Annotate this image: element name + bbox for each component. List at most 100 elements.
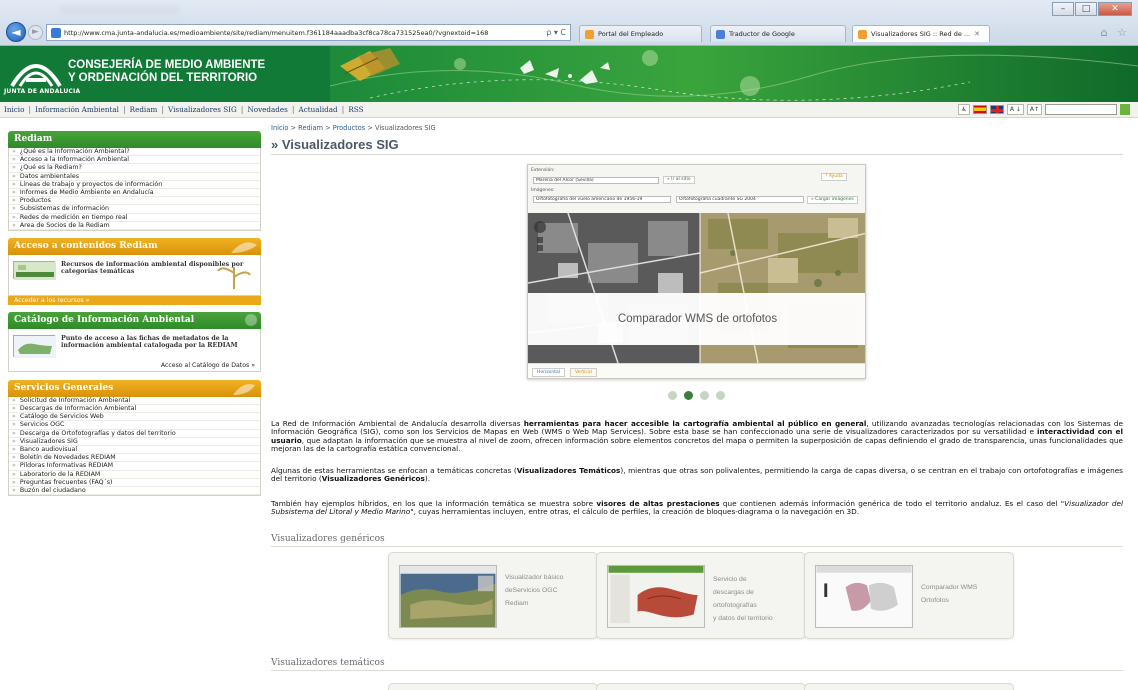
site-search-input[interactable]	[1045, 104, 1117, 115]
close-window-button[interactable]: ✕	[1098, 2, 1132, 16]
servicios-item-label: Catálogo de Servicios Web	[19, 413, 104, 421]
carousel-slide[interactable]: Extensión: Marena del Alcor (Sevilla) » …	[527, 164, 866, 379]
rediam-item[interactable]: » Acceso a la Información Ambiental	[9, 156, 260, 165]
sidebar: Rediam » ¿Qué es la Información Ambiental…	[8, 131, 261, 497]
bullet-icon: »	[12, 437, 16, 445]
breadcrumb-separator: >	[323, 124, 333, 132]
english-flag-icon[interactable]	[989, 105, 1004, 114]
bullet-icon: »	[12, 188, 16, 196]
rediam-item-label: Redes de medición en tiempo real	[19, 213, 128, 221]
menu-rediam[interactable]: Rediam	[130, 105, 158, 114]
horizontal-mode-button[interactable]: Horizontal	[532, 368, 565, 377]
servicios-item[interactable]: » Banco audiovisual	[9, 446, 260, 455]
servicios-item[interactable]: » Visualizadores SIG	[9, 438, 260, 446]
address-bar[interactable]: http://www.cma.junta-andalucia.es/medioa…	[46, 24, 571, 41]
font-decrease-button[interactable]: A ↓	[1006, 104, 1024, 115]
rediam-menu: » ¿Qué es la Información Ambiental?» Acces…	[8, 148, 261, 231]
rediam-item-label: Área de Socios de la Rediam	[19, 221, 110, 229]
tab-traductor[interactable]: Traductor de Google	[710, 25, 846, 42]
servicios-item[interactable]: » Descarga de Ortofotografías y datos del…	[9, 430, 260, 438]
carousel-dot-active[interactable]	[684, 391, 693, 400]
maximize-button[interactable]: □	[1075, 2, 1097, 16]
menu-novedades[interactable]: Novedades	[247, 105, 287, 114]
home-favorites-icon[interactable]: ⌂ ☆	[1101, 26, 1130, 39]
vertical-mode-button[interactable]: Vertical	[570, 368, 597, 377]
section-genericos-title: Visualizadores genéricos	[271, 534, 385, 544]
servicios-item[interactable]: » Servicios OGC	[9, 421, 260, 430]
card-download-thumbnail	[607, 565, 705, 628]
site-search-button[interactable]	[1120, 104, 1130, 115]
bullet-icon: »	[12, 172, 16, 180]
rediam-item[interactable]: » Área de Socios de la Rediam	[9, 222, 260, 230]
breadcrumb-productos[interactable]: Productos	[333, 124, 366, 132]
bullet-icon: »	[12, 486, 16, 494]
address-url[interactable]: http://www.cma.junta-andalucia.es/medioa…	[64, 29, 542, 37]
menu-separator: |	[240, 105, 244, 114]
servicios-item[interactable]: » Preguntas frecuentes (FAQ´s)	[9, 479, 260, 487]
bullet-icon: »	[12, 446, 16, 453]
servicios-item[interactable]: » Solicitud de Información Ambiental	[9, 396, 260, 406]
rediam-item[interactable]: » Productos	[9, 197, 260, 206]
image2-select[interactable]: Ortofotografía cuadrante SG 2004	[676, 196, 804, 203]
minimize-button[interactable]: –	[1052, 2, 1074, 16]
menu-actualidad[interactable]: Actualidad	[299, 105, 338, 114]
tab-close-icon[interactable]: ✕	[974, 30, 980, 38]
rediam-item[interactable]: » Informes de Medio Ambiente en Andalucía	[9, 188, 260, 198]
card-tematico[interactable]	[388, 683, 598, 690]
acceso-box[interactable]: Recursos de información ambiental dispon…	[8, 254, 261, 296]
carousel-dot[interactable]	[716, 391, 725, 400]
breadcrumb-rediam[interactable]: Rediam	[298, 124, 323, 132]
go-to-site-button[interactable]: » Ir al sitio	[663, 176, 695, 184]
acceder-recursos-link[interactable]: Acceder a los recursos »	[8, 295, 261, 305]
accessibility-icon[interactable]: ♿	[958, 104, 970, 115]
tab-label: Visualizadores SIG :: Red de ...	[871, 30, 971, 38]
bullet-icon: »	[12, 429, 16, 437]
bullet-icon: »	[12, 396, 16, 404]
catalogo-box[interactable]: Punto de acceso a las fichas de metadato…	[8, 328, 261, 372]
font-increase-button[interactable]: A↑	[1026, 104, 1042, 115]
help-button[interactable]: ? Ayuda	[821, 173, 847, 181]
rediam-item[interactable]: » ¿Qué es la Rediam?	[9, 164, 260, 173]
rediam-item[interactable]: » Datos ambientales	[9, 173, 260, 181]
servicios-item[interactable]: » Píldoras Informativas REDIAM	[9, 462, 260, 471]
servicios-item[interactable]: » Laboratorio de la REDIAM	[9, 471, 260, 479]
rediam-item[interactable]: » ¿Qué es la Información Ambiental?	[9, 148, 260, 157]
load-images-button[interactable]: » Cargar imágenes	[807, 196, 858, 204]
rediam-item-label: Subsistemas de información	[19, 205, 109, 213]
servicios-item[interactable]: » Descargas de Información Ambiental	[9, 405, 260, 414]
org-name-line2: Y ORDENACIÓN DEL TERRITORIO	[68, 72, 258, 84]
tematicos-paragraph: Algunas de estas herramientas se enfocan…	[271, 466, 1123, 484]
rediam-item[interactable]: » Líneas de trabajo y proyectos de inform…	[9, 181, 260, 189]
servicios-item[interactable]: » Catálogo de Servicios Web	[9, 413, 260, 422]
card-comparador-wms[interactable]: Comparador WMS Ortofotos	[804, 552, 1014, 639]
servicios-title: Servicios Generales	[14, 382, 114, 393]
card-tematico[interactable]	[596, 683, 806, 690]
rediam-item[interactable]: » Redes de medición en tiempo real	[9, 214, 260, 222]
bullet-icon: »	[12, 197, 16, 205]
servicios-item[interactable]: » Boletín de Novedades REDIAM	[9, 454, 260, 463]
catalogo-link[interactable]: Acceso al Catálogo de Datos »	[161, 362, 260, 371]
menu-informacion-ambiental[interactable]: Información Ambiental	[35, 105, 119, 114]
spanish-flag-icon[interactable]	[972, 105, 987, 114]
back-button[interactable]: ◄	[6, 22, 26, 42]
forward-button[interactable]: ►	[28, 25, 43, 40]
logo-area[interactable]: JUNTA DE ANDALUCIA CONSEJERÍA DE MEDIO A…	[0, 46, 330, 102]
menu-rss[interactable]: RSS	[348, 105, 363, 114]
menu-inicio[interactable]: Inicio	[4, 105, 24, 114]
card-servicio-descargas[interactable]: Servicio de descargas de ortofotografías y …	[596, 552, 806, 639]
servicios-item[interactable]: » Buzón del ciudadano	[9, 486, 260, 496]
menu-visualizadores-sig[interactable]: Visualizadores SIG	[168, 105, 237, 114]
carousel-dot[interactable]	[700, 391, 709, 400]
address-search-refresh-icon[interactable]: ρ ▾ C	[542, 28, 570, 37]
servicios-item-label: Boletín de Novedades REDIAM	[19, 454, 116, 462]
tab-portal-empleado[interactable]: Portal del Empleado	[579, 25, 702, 42]
card-tematico[interactable]	[804, 683, 1014, 690]
image1-select[interactable]: Ortofotografía del vuelo americano de 19…	[533, 196, 671, 203]
carousel-dots	[668, 391, 725, 400]
extension-select[interactable]: Marena del Alcor (Sevilla)	[533, 177, 659, 184]
breadcrumb-inicio[interactable]: Inicio	[271, 124, 288, 132]
card-visualizador-basico[interactable]: Visualizador básico deServicios OGC Rediam	[388, 552, 598, 639]
carousel-dot[interactable]	[668, 391, 677, 400]
rediam-item[interactable]: » Subsistemas de información	[9, 205, 260, 214]
tab-visualizadores[interactable]: Visualizadores SIG :: Red de ... ✕	[852, 25, 990, 42]
